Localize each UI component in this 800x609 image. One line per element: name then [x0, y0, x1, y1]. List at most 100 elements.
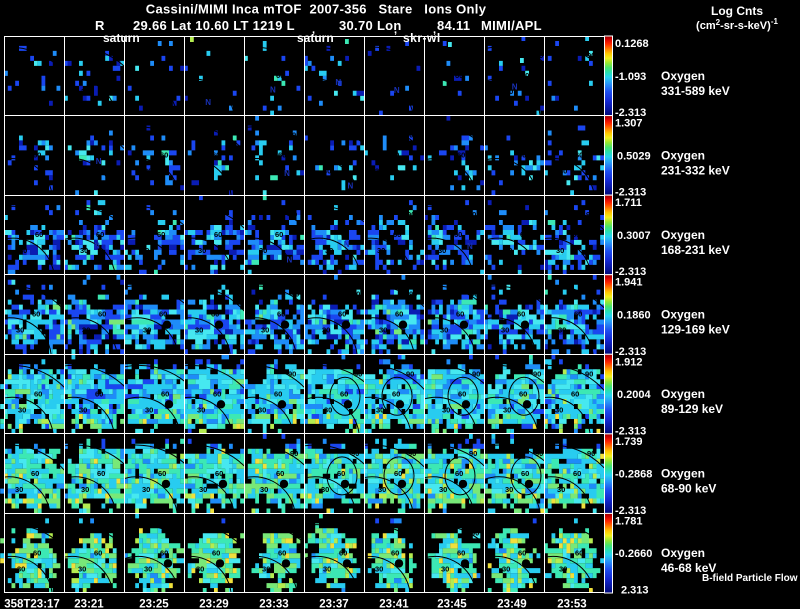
svg-text:60: 60	[274, 389, 282, 398]
svg-text:30: 30	[78, 564, 86, 573]
svg-text:90: 90	[587, 449, 595, 458]
svg-text:60: 60	[457, 548, 465, 557]
svg-text:30: 30	[142, 485, 150, 494]
svg-text:358T23:17: 358T23:17	[4, 599, 60, 609]
svg-text:Oxygen: Oxygen	[661, 467, 705, 481]
svg-text:23:45: 23:45	[437, 599, 467, 609]
svg-text:60: 60	[33, 151, 41, 160]
svg-text:129-169 keV: 129-169 keV	[661, 323, 730, 337]
svg-text:60: 60	[573, 71, 581, 80]
svg-text:90: 90	[535, 449, 543, 458]
svg-text:90: 90	[531, 290, 539, 299]
svg-text:60: 60	[395, 310, 403, 319]
svg-text:60: 60	[31, 71, 39, 80]
svg-text:60: 60	[35, 230, 43, 239]
svg-text:30: 30	[258, 405, 266, 414]
svg-text:30: 30	[502, 564, 510, 573]
svg-text:30.70 Lon: 30.70 Lon	[339, 18, 402, 33]
svg-text:90: 90	[408, 449, 416, 458]
svg-text:60: 60	[96, 230, 104, 239]
svg-text:60: 60	[276, 71, 284, 80]
svg-text:331-589 keV: 331-589 keV	[661, 84, 730, 98]
svg-text:30: 30	[196, 167, 204, 176]
svg-text:90: 90	[290, 51, 298, 60]
svg-text:90: 90	[405, 528, 413, 537]
svg-text:30: 30	[16, 326, 24, 335]
svg-text:90: 90	[585, 369, 593, 378]
svg-text:90: 90	[290, 449, 298, 458]
svg-text:N: N	[348, 182, 354, 191]
svg-text:30: 30	[375, 167, 383, 176]
svg-text:60: 60	[158, 71, 166, 80]
svg-text:-1.093: -1.093	[615, 71, 646, 83]
svg-text:60: 60	[391, 548, 399, 557]
svg-text:N: N	[270, 86, 276, 95]
svg-text:60: 60	[456, 310, 464, 319]
svg-text:Oxygen: Oxygen	[661, 69, 705, 83]
svg-text:30: 30	[259, 246, 267, 255]
svg-text:60: 60	[276, 469, 284, 478]
svg-text:30: 30	[199, 485, 207, 494]
svg-text:90: 90	[588, 290, 596, 299]
svg-text:B-field Particle Flow: B-field Particle Flow	[702, 573, 798, 584]
svg-text:N: N	[344, 240, 350, 249]
svg-text:0.3007: 0.3007	[617, 230, 651, 242]
svg-text:0.2004: 0.2004	[617, 389, 652, 401]
svg-text:30: 30	[505, 485, 513, 494]
svg-text:1.307: 1.307	[615, 118, 643, 130]
svg-text:1.739: 1.739	[615, 436, 643, 448]
svg-text:60: 60	[391, 151, 399, 160]
svg-text:60: 60	[338, 310, 346, 319]
svg-text:30: 30	[323, 564, 331, 573]
svg-text:Oxygen: Oxygen	[661, 546, 705, 560]
svg-text:29.66 Lat 10.60 LT 1219 L: 29.66 Lat 10.60 LT 1219 L	[133, 18, 295, 33]
svg-text:Cassini/MIMI Inca mTOF 2007-3: Cassini/MIMI Inca mTOF 2007-356 Stare Io…	[146, 2, 487, 17]
svg-text:90: 90	[468, 210, 476, 219]
svg-text:30: 30	[504, 246, 512, 255]
svg-text:30: 30	[557, 485, 565, 494]
svg-text:30: 30	[558, 326, 566, 335]
svg-text:N: N	[512, 83, 518, 92]
svg-text:168-231 keV: 168-231 keV	[661, 243, 730, 257]
svg-text:saturn: saturn	[297, 31, 334, 45]
svg-text:30: 30	[82, 326, 90, 335]
svg-text:60: 60	[211, 310, 219, 319]
svg-text:60: 60	[32, 310, 40, 319]
svg-text:90: 90	[407, 210, 415, 219]
svg-text:90: 90	[291, 290, 299, 299]
svg-text:Oxygen: Oxygen	[661, 228, 705, 242]
svg-text:90: 90	[353, 131, 361, 140]
svg-text:30: 30	[145, 405, 153, 414]
svg-text:60: 60	[573, 469, 581, 478]
svg-text:90: 90	[355, 210, 363, 219]
svg-text:30: 30	[321, 87, 329, 96]
svg-text:90: 90	[406, 369, 414, 378]
svg-text:60: 60	[394, 469, 402, 478]
svg-text:30: 30	[15, 87, 23, 96]
svg-text:60: 60	[339, 151, 347, 160]
svg-text:90: 90	[532, 131, 540, 140]
svg-text:30: 30	[81, 87, 89, 96]
svg-text:30: 30	[79, 405, 87, 414]
svg-text:Oxygen: Oxygen	[661, 308, 705, 322]
svg-text:60: 60	[212, 151, 220, 160]
svg-text:84.11: 84.11	[437, 18, 470, 33]
svg-text:2.313: 2.313	[621, 585, 649, 597]
svg-text:30: 30	[557, 87, 565, 96]
svg-text:,: ,	[394, 24, 397, 36]
svg-text:90: 90	[351, 51, 359, 60]
svg-text:23:25: 23:25	[139, 599, 169, 609]
svg-text:60: 60	[215, 469, 223, 478]
svg-text:90: 90	[469, 449, 477, 458]
svg-text:30: 30	[502, 167, 510, 176]
svg-text:90: 90	[471, 131, 479, 140]
svg-text:30: 30	[378, 87, 386, 96]
svg-text:Oxygen: Oxygen	[661, 148, 705, 162]
svg-text:90: 90	[353, 528, 361, 537]
svg-text:90: 90	[469, 51, 477, 60]
svg-text:90: 90	[292, 131, 300, 140]
svg-text:-0.2868: -0.2868	[615, 469, 652, 481]
svg-text:0.1268: 0.1268	[615, 38, 649, 50]
svg-text:1.711: 1.711	[615, 197, 642, 209]
svg-text:N: N	[96, 157, 102, 166]
